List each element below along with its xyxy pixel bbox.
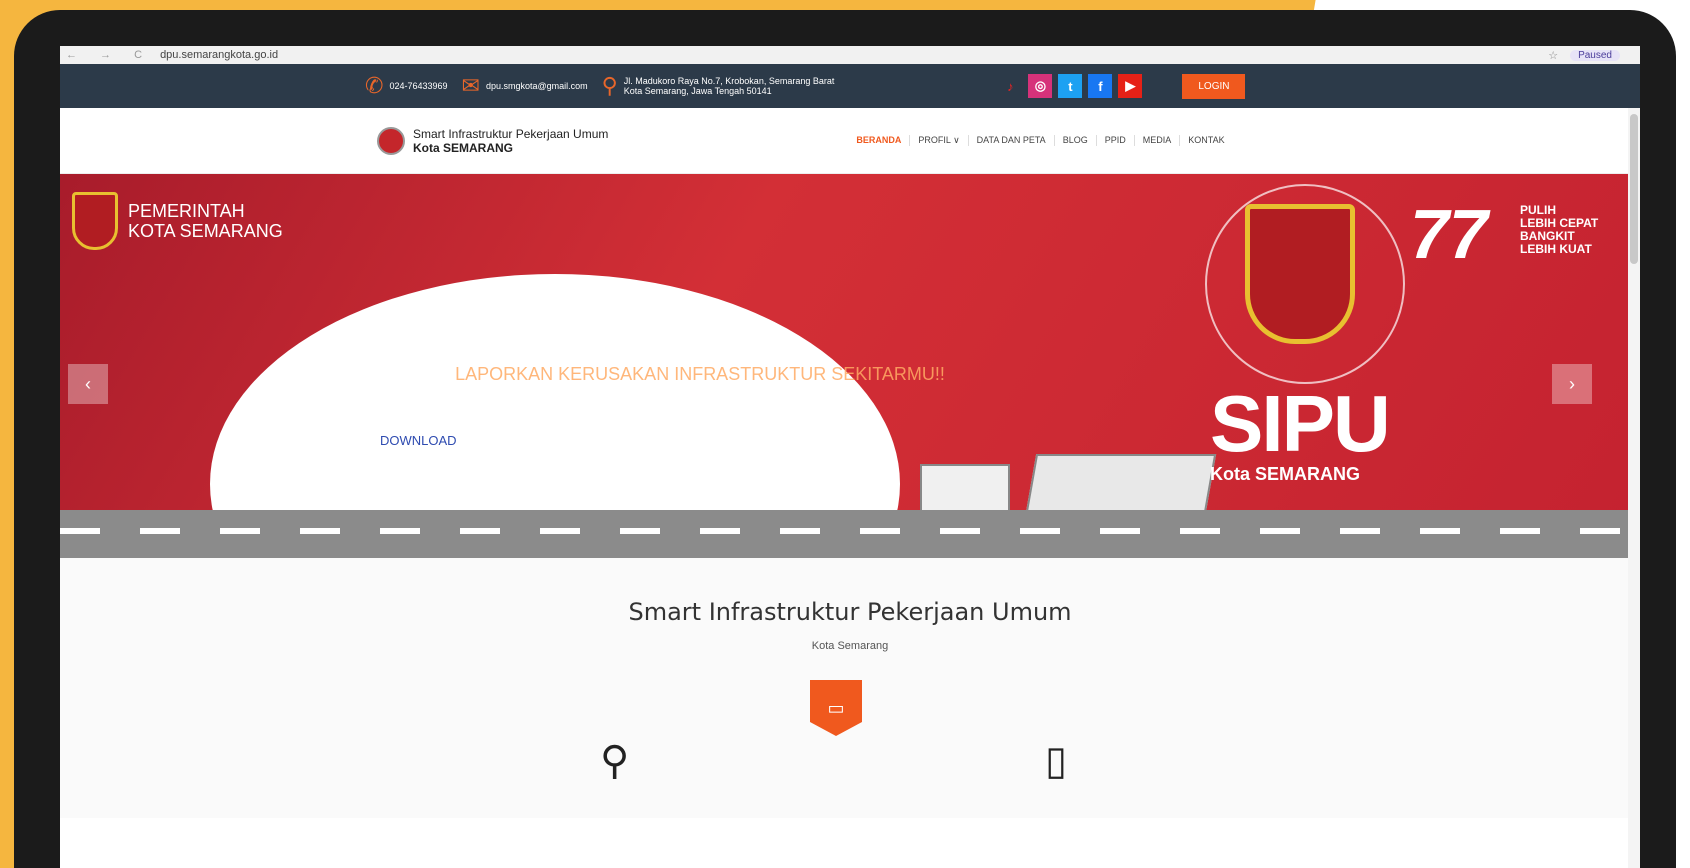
pemkot-line-2: KOTA SEMARANG: [128, 221, 283, 241]
semarang-emblem-icon: [1245, 204, 1355, 344]
browser-nav-icons[interactable]: ← → C: [66, 49, 152, 61]
menu-data-dan-peta[interactable]: DATA DAN PETA: [969, 135, 1055, 146]
intro-section: Smart Infrastruktur Pekerjaan Umum Kota …: [60, 558, 1640, 818]
menu-media[interactable]: MEDIA: [1135, 135, 1181, 146]
menu-beranda[interactable]: BERANDA: [848, 135, 911, 146]
menu-profil[interactable]: PROFIL ∨: [910, 135, 969, 146]
carousel-prev-button[interactable]: ‹: [68, 364, 108, 404]
browser-screen: ← → C dpu.semarangkota.go.id ☆ Paused ✆ …: [60, 46, 1640, 868]
social-links: ♪ ◎ t f ▶: [998, 74, 1143, 98]
facebook-icon[interactable]: f: [1088, 74, 1113, 98]
section-subtitle: Kota Semarang: [811, 640, 889, 652]
carousel-next-button[interactable]: ›: [1552, 364, 1592, 404]
anniversary-tagline: PULIH LEBIH CEPAT BANGKIT LEBIH KUAT: [1520, 203, 1599, 256]
road-illustration: [60, 510, 1640, 558]
main-navbar: Smart Infrastruktur Pekerjaan Umum Kota …: [60, 108, 1640, 174]
sipu-logo: SIPU Kota SEMARANG: [1210, 379, 1391, 485]
brand-line-2: Kota SEMARANG: [413, 140, 514, 155]
tiktok-icon[interactable]: ♪: [998, 74, 1022, 98]
address-line-1: Jl. Madukoro Raya No.7, Krobokan, Semara…: [623, 76, 835, 86]
brand-line-1: Smart Infrastruktur Pekerjaan Umum: [413, 126, 609, 141]
youtube-icon[interactable]: ▶: [1118, 74, 1143, 98]
page-scrollbar[interactable]: [1628, 108, 1640, 868]
menu-blog[interactable]: BLOG: [1055, 135, 1097, 146]
location-icon: ⚲: [601, 73, 618, 98]
star-icon[interactable]: ☆: [1548, 49, 1558, 62]
phone-icon: ✆: [365, 73, 384, 98]
menu-kontak[interactable]: KONTAK: [1180, 135, 1232, 146]
map-pin-icon: ⚲: [600, 739, 630, 783]
address-bar[interactable]: dpu.semarangkota.go.id: [160, 49, 278, 61]
semarang-shield-icon: [72, 192, 118, 250]
email-contact[interactable]: ✉ dpu.smgkota@gmail.com: [462, 73, 588, 99]
main-menu: BERANDA PROFIL ∨ DATA DAN PETA BLOG PPID…: [848, 135, 1232, 146]
site-brand[interactable]: Smart Infrastruktur Pekerjaan Umum Kota …: [413, 127, 608, 155]
section-title: Smart Infrastruktur Pekerjaan Umum: [628, 598, 1072, 626]
sipu-title: SIPU: [1210, 379, 1391, 468]
profile-button[interactable]: Paused: [1570, 49, 1620, 61]
pemkot-line-1: PEMERINTAH: [128, 201, 245, 221]
site-logo-icon[interactable]: [377, 126, 405, 155]
login-button[interactable]: LOGIN: [1182, 73, 1246, 99]
anniversary-77-logo: 77: [1410, 195, 1488, 273]
address-contact: ⚲ Jl. Madukoro Raya No.7, Krobokan, Sema…: [602, 73, 835, 99]
slide-caption: LAPORKAN KERUSAKAN INFRASTRUKTUR SEKITAR…: [455, 364, 945, 384]
government-logo: PEMERINTAH KOTA SEMARANG: [72, 192, 283, 250]
phone-contact[interactable]: ✆ 024-76433969: [365, 73, 448, 99]
download-button[interactable]: DOWNLOAD: [370, 429, 467, 452]
tablet-icon: ▯: [1045, 739, 1068, 783]
top-info-bar: ✆ 024-76433969 ✉ dpu.smgkota@gmail.com ⚲…: [60, 64, 1640, 108]
browser-toolbar: ← → C dpu.semarangkota.go.id ☆ Paused: [60, 46, 1640, 64]
menu-ppid[interactable]: PPID: [1097, 135, 1135, 146]
address-line-2: Kota Semarang, Jawa Tengah 50141: [623, 86, 772, 96]
phone-number: 024-76433969: [389, 81, 448, 91]
monitor-icon: ▭: [810, 680, 862, 736]
hero-carousel: PEMERINTAH KOTA SEMARANG 77 PULIH LEBIH C…: [60, 174, 1640, 558]
instagram-icon[interactable]: ◎: [1028, 74, 1053, 98]
mail-icon: ✉: [461, 73, 480, 98]
email-address: dpu.smgkota@gmail.com: [485, 81, 588, 91]
twitter-icon[interactable]: t: [1058, 74, 1083, 98]
